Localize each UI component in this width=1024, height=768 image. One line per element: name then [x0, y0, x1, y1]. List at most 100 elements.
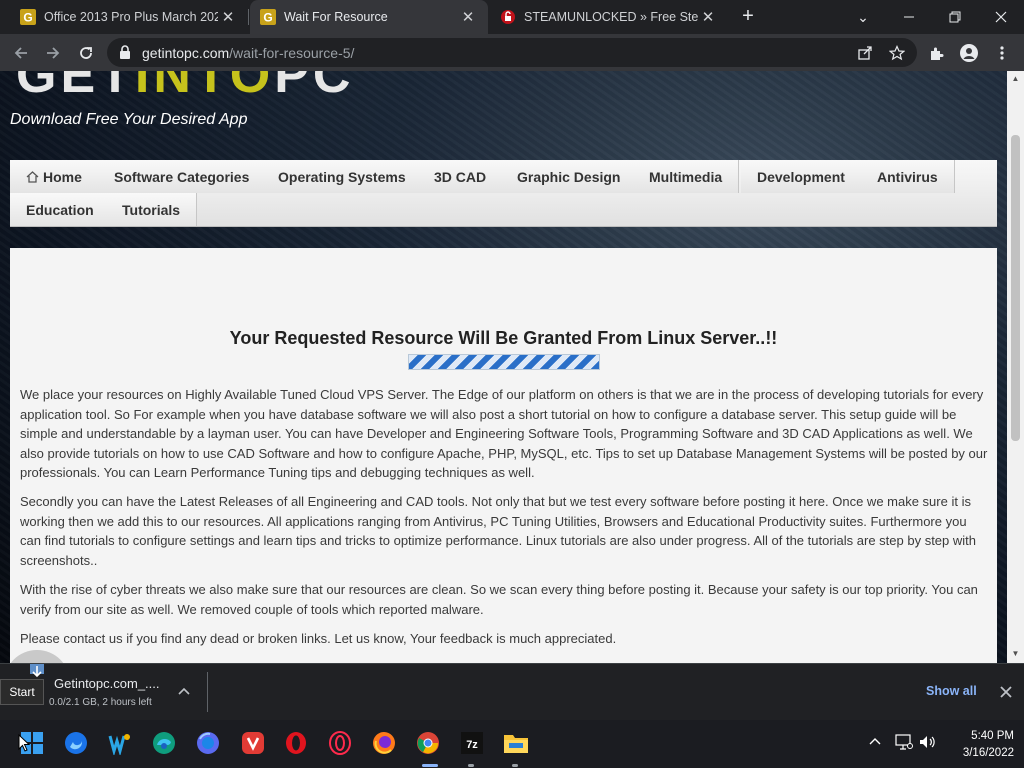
tab-office[interactable]: G Office 2013 Pro Plus March 2022 ✕ — [0, 0, 248, 34]
home-icon — [26, 170, 39, 183]
nav-item-home[interactable]: Home — [10, 160, 99, 193]
tab-search-icon[interactable]: ⌄ — [840, 0, 886, 34]
download-shelf: Getintopc.com_.... 0.0/2.1 GB, 2 hours l… — [0, 663, 1024, 720]
nav-item-development[interactable]: Development — [741, 160, 862, 193]
chevron-up-icon[interactable] — [176, 684, 192, 700]
nav-label: Antivirus — [877, 168, 938, 185]
steamunlocked-favicon-icon — [501, 10, 515, 24]
7zip-icon[interactable]: 7z — [459, 730, 485, 756]
winamp-icon[interactable] — [107, 730, 133, 756]
paragraph: Please contact us if you find any dead o… — [20, 631, 617, 646]
app-running-indicator — [468, 764, 474, 767]
clock-date: 3/16/2022 — [962, 747, 1014, 759]
paragraph: With the rise of cyber threats we also m… — [20, 582, 978, 617]
tab-separator — [248, 9, 249, 25]
system-clock[interactable]: 5:40 PM 3/16/2022 — [944, 728, 1014, 762]
firefox-icon[interactable] — [63, 730, 89, 756]
forward-icon[interactable] — [40, 40, 66, 66]
toolbar: getintopc.com/wait-for-resource-5/ — [0, 34, 1024, 71]
loading-progress-bar — [408, 354, 600, 370]
scroll-up-icon[interactable]: ▲ — [1011, 74, 1020, 83]
nav-label: Graphic Design — [517, 168, 621, 185]
url-host: getintopc.com — [142, 45, 230, 61]
extensions-icon[interactable] — [927, 43, 947, 63]
nav-label: Software Categories — [114, 168, 250, 185]
nav-item-graphic-design[interactable]: Graphic Design — [501, 160, 638, 193]
profile-avatar-icon[interactable] — [959, 43, 979, 63]
page-headline: Your Requested Resource Will Be Granted … — [229, 328, 778, 348]
restore-icon[interactable] — [932, 0, 978, 34]
svg-text:7z: 7z — [466, 739, 478, 751]
site-tagline: Download Free Your Desired App — [10, 111, 248, 128]
nav-item-antivirus[interactable]: Antivirus — [861, 160, 955, 193]
nav-label: Multimedia — [649, 168, 723, 185]
chrome-icon[interactable] — [415, 730, 441, 756]
show-hidden-icons-icon[interactable] — [868, 734, 882, 748]
nav-item-operating-systems[interactable]: Operating Systems — [262, 160, 423, 193]
divider — [207, 672, 208, 712]
download-status: 0.0/2.1 GB, 2 hours left — [49, 697, 152, 708]
show-all-downloads-button[interactable]: Show all — [926, 684, 977, 698]
start-tooltip: Start — [0, 679, 44, 705]
tab-title: Office 2013 Pro Plus March 2022 — [44, 10, 218, 24]
nav-label: 3D CAD — [434, 168, 487, 185]
volume-icon[interactable] — [919, 734, 937, 750]
nav-label: Tutorials — [122, 201, 181, 218]
nav-label: Operating Systems — [278, 168, 406, 185]
nav-label: Home — [43, 168, 82, 185]
getintopc-favicon-icon: G — [20, 9, 36, 25]
clock-time: 5:40 PM — [971, 730, 1014, 742]
nav-item-education[interactable]: Education — [10, 193, 111, 226]
edge-icon[interactable] — [151, 730, 177, 756]
page-viewport: GETINTOPC Download Free Your Desired App… — [0, 71, 1007, 663]
close-tab-icon[interactable]: ✕ — [698, 8, 718, 26]
bookmark-star-icon[interactable] — [889, 45, 905, 61]
url-path: /wait-for-resource-5/ — [229, 45, 355, 61]
share-icon[interactable] — [857, 45, 873, 61]
close-tab-icon[interactable]: ✕ — [458, 8, 478, 26]
browser-menu-icon[interactable] — [992, 43, 1012, 63]
firefox-browser-icon[interactable] — [371, 730, 397, 756]
paragraph: Secondly you can have the Latest Release… — [20, 494, 976, 568]
opera-gx-icon[interactable] — [327, 730, 353, 756]
scrollbar-thumb[interactable] — [1011, 135, 1020, 441]
close-window-icon[interactable] — [978, 0, 1024, 34]
nav-item-tutorials[interactable]: Tutorials — [106, 193, 198, 226]
tab-title: Wait For Resource — [284, 10, 388, 24]
back-icon[interactable] — [8, 40, 34, 66]
getintopc-favicon-icon: G — [260, 9, 276, 25]
close-download-shelf-icon[interactable] — [998, 684, 1014, 700]
tab-strip: G Office 2013 Pro Plus March 2022 ✕ G Wa… — [0, 0, 1024, 34]
reload-icon[interactable] — [73, 40, 99, 66]
tab-title: STEAMUNLOCKED » Free Steam — [524, 10, 698, 24]
download-file-name[interactable]: Getintopc.com_.... — [54, 676, 160, 691]
network-icon[interactable] — [895, 734, 913, 750]
nav-label: Education — [26, 201, 94, 218]
chrome-active-indicator — [422, 764, 438, 767]
tab-wait-for-resource[interactable]: G Wait For Resource ✕ — [250, 0, 488, 34]
address-bar[interactable]: getintopc.com/wait-for-resource-5/ — [107, 38, 917, 67]
main-content: Your Requested Resource Will Be Granted … — [10, 248, 997, 663]
svg-text:G: G — [263, 11, 272, 25]
close-tab-icon[interactable]: ✕ — [218, 8, 238, 26]
opera-icon[interactable] — [283, 730, 309, 756]
paragraph: We place your resources on Highly Availa… — [20, 387, 988, 480]
file-explorer-icon[interactable] — [503, 730, 529, 756]
vivaldi-icon[interactable] — [240, 730, 266, 756]
new-tab-button[interactable]: + — [737, 5, 759, 29]
svg-text:G: G — [23, 11, 32, 25]
nav-item-software-categories[interactable]: Software Categories — [98, 160, 267, 193]
windows-taskbar: 7z 5:40 PM 3/16/2022 — [0, 720, 1024, 768]
lock-icon[interactable] — [119, 45, 131, 59]
firefox-developer-icon[interactable] — [195, 730, 221, 756]
nav-item-multimedia[interactable]: Multimedia — [633, 160, 740, 193]
tab-steamunlocked[interactable]: STEAMUNLOCKED » Free Steam ✕ — [488, 0, 728, 34]
main-nav: Home Software Categories Operating Syste… — [10, 160, 997, 227]
scroll-down-icon[interactable]: ▼ — [1011, 649, 1020, 658]
url-text[interactable]: getintopc.com/wait-for-resource-5/ — [142, 45, 354, 61]
nav-item-3d-cad[interactable]: 3D CAD — [418, 160, 504, 193]
app-running-indicator — [512, 764, 518, 767]
minimize-icon[interactable] — [886, 0, 932, 34]
site-logo[interactable]: GETINTOPC — [16, 71, 354, 105]
page-scrollbar[interactable]: ▲ ▼ — [1007, 71, 1024, 663]
